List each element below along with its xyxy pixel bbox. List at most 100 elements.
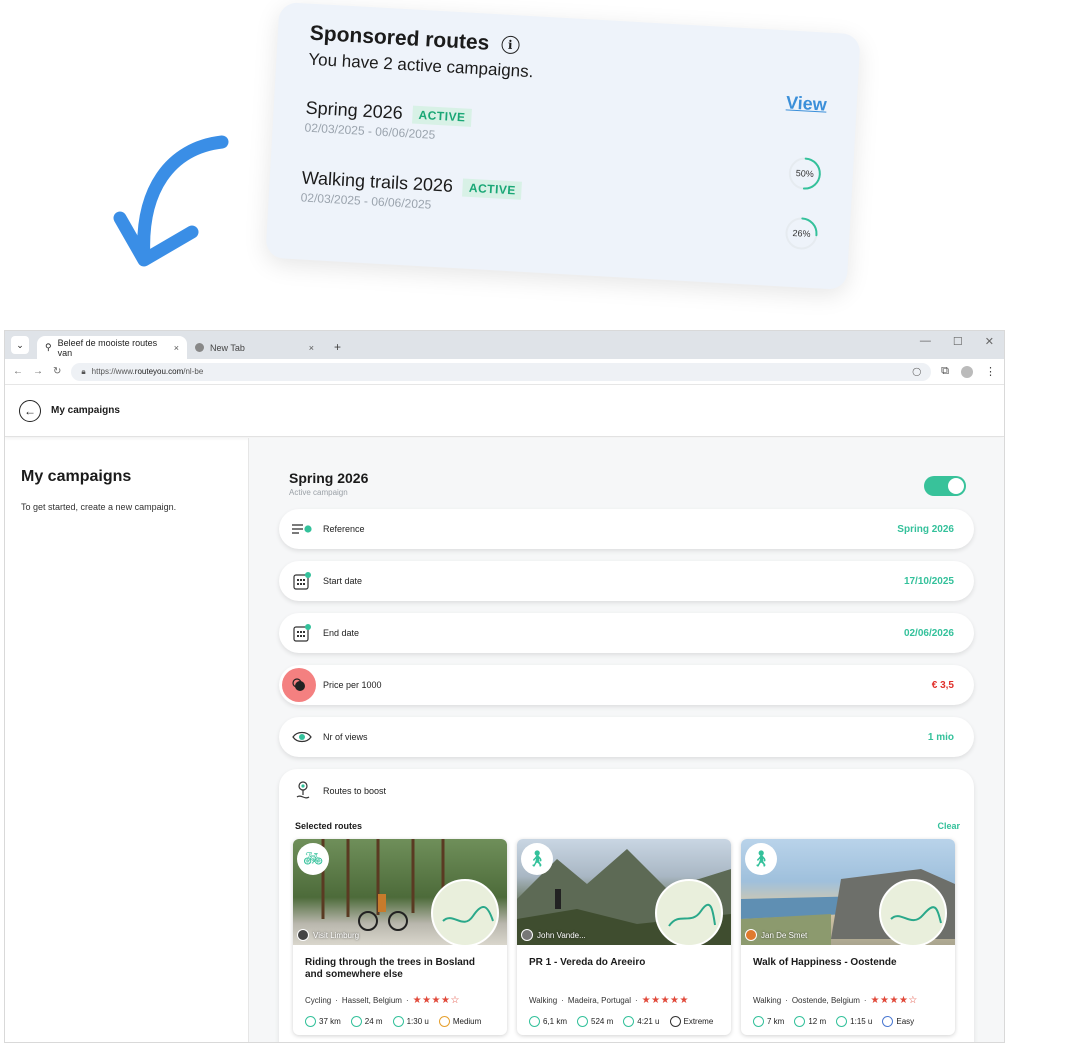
route-card[interactable]: 🚶︎ Jan De Smet Walk of Happiness - Ooste… (741, 839, 955, 1035)
field-value: € 3,5 (931, 679, 954, 691)
route-activity: Cycling (305, 996, 332, 1005)
sponsored-routes-card: Sponsored routes i You have 2 active cam… (265, 1, 861, 291)
field-value: 1 mio (927, 731, 954, 743)
extensions-icon[interactable]: ⧉ (941, 365, 949, 378)
field-label: Start date (323, 576, 363, 586)
tab-routeyou[interactable]: ⚲ Beleef de mooiste routes van × (37, 336, 187, 359)
route-duration: 4:21 u (637, 1017, 660, 1026)
eye-icon (291, 726, 313, 748)
rating-stars: ★★★★★ (641, 995, 689, 1006)
field-start-date[interactable]: Start date 17/10/2025 (279, 561, 974, 601)
left-title: My campaigns (21, 468, 132, 485)
location-pin-icon: ⚲ (45, 342, 52, 352)
route-card[interactable]: 🚲︎ Visit Limburg Riding through the tree… (293, 839, 507, 1035)
campaign-detail: Spring 2026 Active campaign Reference Sp… (249, 438, 1004, 1042)
distance-icon (305, 1016, 316, 1027)
route-location: Madeira, Portugal (567, 996, 631, 1005)
route-activity: Walking (753, 996, 782, 1005)
route-distance: 7 km (767, 1017, 785, 1026)
route-map-thumbnail (655, 879, 723, 945)
route-meta: Walking · Oostende, Belgium · ★★★★☆ (753, 995, 918, 1006)
clear-button[interactable]: Clear (937, 821, 960, 831)
url-host: routeyou.com (134, 367, 184, 376)
url-scheme: https://www. (91, 367, 135, 376)
route-meta: Walking · Madeira, Portugal · ★★★★★ (529, 995, 689, 1006)
tab-new-tab[interactable]: New Tab × (187, 336, 322, 359)
curved-arrow-icon (113, 135, 229, 267)
route-ascent: 24 m (364, 1017, 383, 1026)
route-photo: 🚲︎ Visit Limburg (293, 839, 507, 945)
avatar (521, 929, 533, 941)
avatar (297, 929, 309, 941)
route-ascent: 12 m (808, 1017, 827, 1026)
selected-routes-title: Selected routes (295, 821, 363, 831)
view-link[interactable]: View (785, 92, 828, 115)
ascent-icon (577, 1016, 589, 1027)
rating-stars: ★★★★☆ (412, 995, 460, 1006)
field-price[interactable]: Price per 1000 € 3,5 (279, 665, 974, 705)
tab-search-button[interactable]: ⌄ (11, 336, 29, 354)
field-label: Price per 1000 (323, 680, 382, 690)
route-author: Jan De Smet (745, 929, 807, 941)
lens-icon[interactable]: ◯ (912, 367, 921, 376)
close-window-icon[interactable]: ✕ (985, 335, 994, 348)
close-tab-icon[interactable]: × (174, 343, 179, 353)
campaign-item[interactable]: Walking trails 2026 ACTIVE 02/03/2025 - … (300, 167, 523, 216)
menu-icon[interactable]: ⋮ (985, 365, 996, 378)
maximize-icon[interactable]: ☐ (953, 335, 963, 348)
route-difficulty: Extreme (683, 1017, 714, 1026)
coins-icon (282, 668, 316, 702)
route-title: Riding through the trees in Bosland and … (305, 957, 475, 980)
route-location: Hasselt, Belgium (341, 996, 402, 1005)
new-tab-button[interactable]: + (334, 340, 341, 354)
minimize-icon[interactable]: — (920, 335, 931, 348)
field-value: 02/06/2026 (903, 627, 954, 639)
campaign-title: Spring 2026 (289, 470, 369, 486)
route-cards: 🚲︎ Visit Limburg Riding through the tree… (293, 839, 960, 1035)
profile-icon[interactable] (961, 365, 973, 378)
calendar-icon (291, 570, 313, 592)
route-author: John Vande... (521, 929, 586, 941)
browser-toolbar: ← → ↻ 🔒︎ https://www.routeyou.com/nl-be … (5, 359, 1004, 385)
info-icon[interactable]: i (500, 35, 520, 55)
address-bar[interactable]: 🔒︎ https://www.routeyou.com/nl-be ◯ (71, 362, 932, 381)
campaign-active-toggle[interactable] (924, 476, 966, 496)
app-header: ← My campaigns (5, 385, 1004, 437)
bicycle-icon: 🚲︎ (297, 843, 329, 875)
forward-nav-icon[interactable]: → (33, 366, 43, 377)
difficulty-icon (669, 1016, 681, 1027)
field-label: End date (323, 628, 360, 638)
left-text: To get started, create a new campaign. (21, 502, 177, 512)
route-distance: 37 km (319, 1017, 341, 1026)
field-label: Nr of views (323, 732, 368, 742)
campaign-header: Spring 2026 Active campaign (279, 470, 974, 497)
field-end-date[interactable]: End date 02/06/2026 (279, 613, 974, 653)
route-stats: 6,1 km 524 m 4:21 u Extreme (529, 1016, 719, 1027)
route-card[interactable]: 🚶︎ John Vande... PR 1 - Vereda do Areeir… (517, 839, 731, 1035)
field-views[interactable]: Nr of views 1 mio (279, 717, 974, 757)
author-name: Visit Limburg (313, 930, 360, 940)
progress-ring: 50% (786, 155, 824, 193)
route-difficulty: Easy (896, 1017, 915, 1026)
chrome-icon (195, 343, 204, 352)
route-activity: Walking (529, 996, 558, 1005)
distance-icon (529, 1016, 540, 1027)
browser-window: ⌄ ⚲ Beleef de mooiste routes van × New T… (4, 330, 1005, 1043)
content-area: My campaigns To get started, create a ne… (5, 438, 1004, 1042)
back-button[interactable]: ← (19, 399, 41, 422)
campaign-item[interactable]: Spring 2026 ACTIVE 02/03/2025 - 06/06/20… (304, 98, 473, 144)
route-difficulty: Medium (452, 1017, 482, 1026)
field-reference[interactable]: Reference Spring 2026 (279, 509, 974, 549)
route-stats: 37 km 24 m 1:30 u Medium (305, 1016, 495, 1027)
avatar (745, 929, 757, 941)
route-duration: 1:30 u (406, 1017, 429, 1026)
clock-icon (392, 1016, 404, 1027)
author-name: Jan De Smet (761, 930, 808, 940)
back-nav-icon[interactable]: ← (13, 366, 23, 377)
reload-icon[interactable]: ↻ (53, 366, 61, 377)
close-tab-icon[interactable]: × (309, 343, 314, 353)
tab-bar: ⌄ ⚲ Beleef de mooiste routes van × New T… (5, 331, 1004, 359)
routes-to-boost-label: Routes to boost (323, 786, 387, 796)
rating-stars: ★★★★☆ (870, 995, 918, 1006)
route-photo: 🚶︎ John Vande... (517, 839, 731, 945)
